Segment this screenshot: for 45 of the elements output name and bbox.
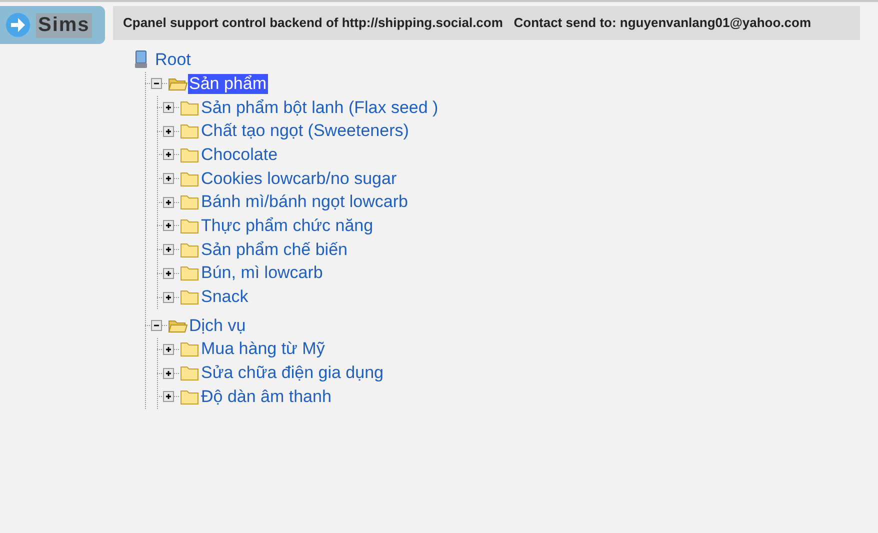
folder-icon (180, 146, 200, 163)
folder-icon (180, 170, 200, 187)
tree-item[interactable]: Thực phẩm chức năng (200, 216, 374, 236)
expand-icon[interactable] (163, 173, 174, 184)
tree-item[interactable]: Độ dàn âm thanh (200, 386, 332, 407)
tree-item[interactable]: Cookies lowcarb/no sugar (200, 168, 398, 189)
expand-icon[interactable] (163, 292, 174, 303)
header-bar: Cpanel support control backend of http://shipping.social.com Contact send to: nguyenvanlang01@yahoo.com (113, 6, 860, 40)
tree-item[interactable]: Sản phẩm bột lanh (Flax seed ) (200, 98, 440, 118)
folder-icon (180, 388, 200, 405)
tree-item[interactable]: Sản phẩm chế biến (200, 240, 348, 260)
expand-icon[interactable] (163, 126, 174, 137)
expand-icon[interactable] (163, 244, 174, 256)
folder-icon (180, 341, 200, 358)
folder-icon (180, 242, 200, 258)
tree-item[interactable]: Bánh mì/bánh ngọt lowcarb (200, 192, 409, 212)
open-folder-icon (168, 76, 188, 92)
tree-item[interactable]: Chocolate (200, 144, 279, 165)
tree-item[interactable]: Bún, mì lowcarb (200, 263, 324, 284)
folder-icon (180, 123, 200, 140)
tree-item[interactable]: Mua hàng từ Mỹ (200, 339, 326, 360)
expand-icon[interactable] (163, 268, 174, 279)
folder-icon (180, 265, 200, 282)
logo-button[interactable]: Sims (0, 6, 105, 44)
expand-icon[interactable] (163, 368, 174, 379)
tree-root[interactable]: Root (154, 50, 192, 70)
expand-icon[interactable] (163, 196, 174, 208)
expand-icon[interactable] (163, 344, 174, 355)
tree-item[interactable]: Dịch vụ (188, 316, 247, 336)
folder-icon (180, 100, 200, 116)
expand-icon[interactable] (163, 149, 174, 160)
tree-item[interactable]: Snack (200, 287, 250, 308)
tree-item[interactable]: Chất tạo ngọt (Sweeteners) (200, 121, 410, 142)
folder-icon (180, 365, 200, 382)
expand-icon[interactable] (163, 102, 174, 114)
expand-icon[interactable] (163, 391, 174, 402)
collapse-icon[interactable] (151, 78, 162, 90)
tree-item[interactable]: Sửa chữa điện gia dụng (200, 363, 385, 384)
expand-icon[interactable] (163, 220, 174, 232)
tree-item[interactable]: Sản phẩm (188, 74, 268, 94)
collapse-icon[interactable] (151, 320, 162, 332)
open-folder-icon (168, 318, 188, 334)
folder-icon (180, 218, 200, 234)
folder-icon (180, 289, 200, 306)
folder-icon (180, 194, 200, 210)
